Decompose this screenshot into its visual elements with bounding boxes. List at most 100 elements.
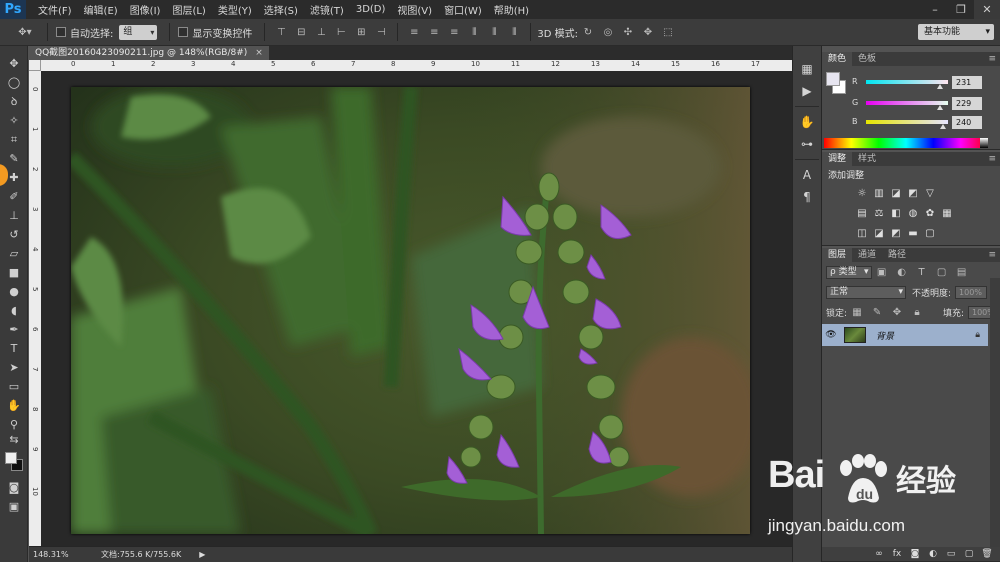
minimize-button[interactable]: – (922, 0, 948, 19)
lock-all-icon[interactable]: 🔒︎ (910, 305, 924, 319)
layer-filter-dropdown[interactable]: ρ 类型 (826, 265, 872, 279)
crop-tool-icon[interactable]: ⌗ (0, 130, 28, 149)
move-tool-preset-icon[interactable]: ✥▾ (12, 25, 38, 39)
slider-r-track[interactable] (866, 80, 948, 84)
levels-icon[interactable]: ▥ (873, 188, 885, 200)
new-group-icon[interactable]: ▭ (944, 549, 958, 559)
menu-select[interactable]: 选择(S) (258, 2, 304, 17)
align-top-icon[interactable]: ⊤ (274, 25, 288, 39)
document-close-icon[interactable]: × (255, 46, 263, 60)
rectangle-tool-icon[interactable]: ▭ (0, 377, 28, 396)
distribute-top-icon[interactable]: ≡ (407, 25, 421, 39)
paragraph-panel-icon[interactable]: ¶ (793, 186, 821, 208)
show-transform-checkbox[interactable] (178, 27, 189, 37)
menu-edit[interactable]: 编辑(E) (78, 2, 124, 17)
auto-select-dropdown[interactable]: 组 (119, 24, 158, 40)
menu-type[interactable]: 类型(Y) (212, 2, 258, 17)
opacity-field[interactable]: 100% (955, 285, 988, 299)
color-balance-icon[interactable]: ⚖ (873, 208, 885, 220)
align-bottom-icon[interactable]: ⊥ (314, 25, 328, 39)
hand-tool-icon[interactable]: ✋ (0, 396, 28, 415)
slider-g-value[interactable]: 229 (952, 97, 982, 110)
panel-menu-icon[interactable]: ≡ (988, 248, 996, 262)
menu-help[interactable]: 帮助(H) (488, 2, 535, 17)
panel-menu-icon[interactable]: ≡ (988, 52, 996, 66)
character-panel-icon[interactable]: A (793, 164, 821, 186)
filter-smart-icon[interactable]: ▤ (955, 265, 969, 279)
horizontal-ruler[interactable]: 0 1 2 3 4 5 6 7 8 9 10 11 12 13 14 15 16 17 (41, 60, 792, 71)
slider-b-thumb[interactable] (940, 124, 947, 129)
black-white-icon[interactable]: ◧ (890, 208, 902, 220)
posterize-icon[interactable]: ◪ (873, 228, 885, 240)
distribute-vcenter-icon[interactable]: ≡ (427, 25, 441, 39)
status-menu-icon[interactable]: ▶ (199, 550, 205, 559)
pen-tool-icon[interactable]: ✒ (0, 320, 28, 339)
vibrance-icon[interactable]: ▽ (924, 188, 936, 200)
tab-adjustments[interactable]: 调整 (822, 152, 853, 166)
lock-position-icon[interactable]: ✥ (890, 305, 904, 319)
slider-b-track[interactable] (866, 120, 948, 124)
align-vcenter-icon[interactable]: ⊟ (294, 25, 308, 39)
layer-name[interactable]: 背景 (876, 329, 894, 342)
threshold-icon[interactable]: ◩ (890, 228, 902, 240)
distribute-bottom-icon[interactable]: ≡ (447, 25, 461, 39)
actions-panel-icon[interactable]: ▶ (793, 80, 821, 102)
ruler-origin[interactable] (29, 60, 41, 71)
blend-mode-dropdown[interactable]: 正常 (826, 285, 906, 299)
menu-3d[interactable]: 3D(D) (350, 4, 392, 15)
align-left-icon[interactable]: ⊢ (334, 25, 348, 39)
brush-tool-icon[interactable]: ✐ (0, 187, 28, 206)
canvas-area[interactable] (41, 71, 792, 546)
slider-b-value[interactable]: 240 (952, 116, 982, 129)
layer-row-background[interactable]: 👁︎ 背景 🔒︎ (822, 324, 988, 346)
tab-swatches[interactable]: 色板 (852, 52, 882, 66)
add-mask-icon[interactable]: ◙ (908, 549, 922, 559)
gradient-tool-icon[interactable]: ■ (0, 263, 28, 282)
tab-styles[interactable]: 样式 (852, 152, 882, 166)
curves-icon[interactable]: ◪ (890, 188, 902, 200)
color-spectrum-bar[interactable] (824, 138, 988, 148)
tab-channels[interactable]: 通道 (852, 248, 882, 262)
lasso-tool-icon[interactable]: ꝺ (0, 92, 28, 111)
tab-paths[interactable]: 路径 (882, 248, 912, 262)
color-panel-fg-swatch[interactable] (826, 72, 840, 86)
invert-icon[interactable]: ◫ (856, 228, 868, 240)
history-panel-icon[interactable]: ▦ (793, 58, 821, 80)
tab-color[interactable]: 颜色 (822, 52, 853, 66)
gradient-map-icon[interactable]: ▬ (907, 228, 919, 240)
menu-window[interactable]: 窗口(W) (438, 2, 488, 17)
layer-style-icon[interactable]: fx (890, 549, 904, 559)
restore-button[interactable]: ❐ (948, 0, 974, 19)
close-button[interactable]: ✕ (974, 0, 1000, 19)
tab-layers[interactable]: 图层 (822, 248, 853, 262)
new-adjustment-layer-icon[interactable]: ◐ (926, 549, 940, 559)
auto-select-checkbox[interactable] (56, 27, 66, 37)
exposure-icon[interactable]: ◩ (907, 188, 919, 200)
3d-slide-icon[interactable]: ✥ (641, 25, 655, 39)
tool-presets-icon[interactable]: ✋ (793, 111, 821, 133)
align-hcenter-icon[interactable]: ⊞ (354, 25, 368, 39)
panel-menu-icon[interactable]: ≡ (988, 152, 996, 166)
screen-mode-icon[interactable]: ▣ (0, 497, 28, 516)
align-right-icon[interactable]: ⊣ (374, 25, 388, 39)
brightness-contrast-icon[interactable]: ☼ (856, 188, 868, 200)
distribute-right-icon[interactable]: ⦀ (507, 25, 521, 39)
lock-transparent-icon[interactable]: ▦ (850, 305, 864, 319)
3d-scale-icon[interactable]: ⬚ (661, 25, 675, 39)
brush-panel-icon[interactable]: ⊶ (793, 133, 821, 155)
eyedropper-tool-icon[interactable]: ✎ (0, 149, 28, 168)
document-tab[interactable]: QQ截图20160423090211.jpg @ 148%(RGB/8#) × (29, 46, 269, 60)
3d-pan-icon[interactable]: ✣ (621, 25, 635, 39)
delete-layer-icon[interactable]: 🗑︎ (980, 549, 994, 559)
3d-roll-icon[interactable]: ◎ (601, 25, 615, 39)
selective-color-icon[interactable]: ▢ (924, 228, 936, 240)
slider-r-value[interactable]: 231 (952, 76, 982, 89)
document-image[interactable] (71, 87, 750, 534)
slider-g-thumb[interactable] (936, 105, 943, 110)
distribute-left-icon[interactable]: ⦀ (467, 25, 481, 39)
hue-saturation-icon[interactable]: ▤ (856, 208, 868, 220)
quick-mask-icon[interactable]: ◙ (0, 478, 28, 497)
link-layers-icon[interactable]: ∞ (872, 549, 886, 559)
lock-image-icon[interactable]: ✎ (870, 305, 884, 319)
clone-stamp-tool-icon[interactable]: ⊥ (0, 206, 28, 225)
